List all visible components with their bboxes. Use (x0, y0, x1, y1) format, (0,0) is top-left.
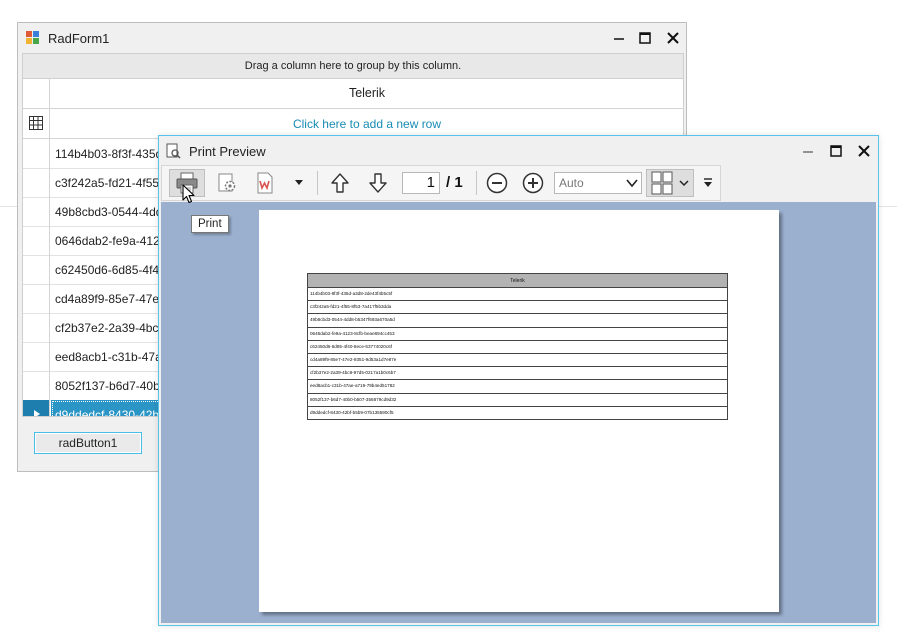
column-header-telerik[interactable]: Telerik (51, 78, 683, 108)
table-icon (29, 116, 43, 130)
maximize-button[interactable] (634, 27, 656, 49)
row-indicator (23, 371, 50, 400)
minimize-button[interactable] (797, 140, 819, 162)
group-panel-text: Drag a column here to group by this colu… (244, 60, 462, 72)
row-indicator (23, 139, 50, 168)
row-indicator (23, 197, 50, 226)
zoom-value: Auto (559, 176, 584, 190)
chevron-down-icon (679, 180, 689, 187)
row-indicator (23, 255, 50, 284)
preview-table-row: 49b8cbd3-0544-4dd8-b5347f693a670a5d (308, 314, 727, 328)
arrow-down-icon (369, 173, 387, 193)
current-page-input[interactable]: 1 (402, 172, 440, 194)
minimize-button[interactable] (608, 27, 630, 49)
close-button[interactable] (853, 140, 875, 162)
print-preview-toolbar: 1 / 1 Auto (161, 165, 721, 201)
header-row: Telerik (23, 78, 683, 109)
print-tooltip: Print (191, 215, 229, 233)
print-preview-titlebar[interactable]: Print Preview (159, 136, 878, 166)
row-indicator (23, 168, 50, 197)
chevron-down-icon (626, 179, 638, 188)
toolbar-overflow-button[interactable] (698, 169, 718, 197)
print-preview-app-icon (166, 143, 181, 159)
current-row-icon (34, 410, 40, 416)
more-options-button[interactable] (288, 169, 310, 197)
minimize-icon (803, 151, 813, 153)
toolbar-separator (476, 171, 477, 195)
row-indicator-current (23, 400, 50, 416)
mouse-cursor-icon (182, 184, 195, 204)
row-indicator (23, 226, 50, 255)
previous-page-button[interactable] (324, 169, 356, 197)
preview-table-header: Telerik (308, 274, 727, 288)
group-panel[interactable]: Drag a column here to group by this colu… (23, 54, 683, 79)
preview-table-row: eed8acb1-c31b-47ae-a719-79b4ed51782 (308, 380, 727, 394)
header-indicator (23, 78, 50, 108)
preview-page: Telerik 114b4b03-8f3f-435d-a3d8-2de43f4b… (259, 210, 779, 612)
rad-button1[interactable]: radButton1 (34, 432, 142, 454)
preview-table-row: 8052f137-b6d7-40b0-b507-356879cd9d32 (308, 394, 727, 407)
radform-titlebar[interactable]: RadForm1 (18, 23, 686, 53)
preview-table-row: cd4a89f9-85e7-47e2-9351-9d53a1d7e87e (308, 354, 727, 368)
preview-table-row: c62450d6-6d85-4f40-8ece-53774020c6f (308, 341, 727, 354)
row-indicator (23, 342, 50, 371)
print-settings-icon (218, 173, 236, 192)
window-title: Print Preview (189, 144, 266, 159)
zoom-out-icon (486, 172, 508, 194)
zoom-in-button[interactable] (518, 169, 548, 197)
dropdown-arrow-icon (295, 180, 303, 185)
zoom-out-button[interactable] (482, 169, 512, 197)
preview-table-row: 114b4b03-8f3f-435d-a3d8-2de43f4b5c5f (308, 288, 727, 302)
column-header-label: Telerik (348, 86, 386, 100)
preview-area[interactable]: Telerik 114b4b03-8f3f-435d-a3d8-2de43f4b… (161, 202, 876, 623)
app-icon (26, 31, 39, 44)
print-preview-window: Print Preview 1 / 1 Auto Print Telerik 1… (158, 135, 879, 626)
window-title: RadForm1 (48, 31, 110, 46)
next-page-button[interactable] (362, 169, 394, 197)
export-button[interactable] (248, 169, 282, 197)
preview-table-row: cf2b37e2-2a39-4bc8-97d5-0217a1b0c6b7 (308, 367, 727, 381)
toolbar-separator (317, 171, 318, 195)
preview-table: Telerik 114b4b03-8f3f-435d-a3d8-2de43f4b… (307, 273, 728, 420)
row-indicator (23, 284, 50, 313)
new-row-label[interactable]: Click here to add a new row (51, 109, 683, 138)
preview-table-row: c3f242a5-fd21-4f55-8f53-7a417f5b3dda (308, 301, 727, 315)
preview-table-row: 0646dab2-fe9a-4123-8cfb-beae694cc453 (308, 328, 727, 341)
total-pages: / 1 (446, 174, 463, 191)
maximize-button[interactable] (825, 140, 847, 162)
preview-table-row: d9ddedcf-8430-42bf-b5b9-07b135590cf5 (310, 409, 394, 415)
close-icon (858, 145, 870, 157)
minimize-icon (614, 38, 624, 40)
row-indicator (23, 313, 50, 342)
close-icon (667, 32, 679, 44)
zoom-dropdown[interactable]: Auto (554, 172, 642, 194)
close-button[interactable] (662, 27, 684, 49)
export-document-icon (257, 172, 273, 194)
page-layout-icon (651, 171, 673, 195)
maximize-icon (830, 145, 842, 157)
new-row-indicator (23, 109, 50, 138)
overflow-arrow-icon (704, 178, 712, 187)
zoom-in-icon (522, 172, 544, 194)
maximize-icon (639, 32, 651, 44)
page-layout-button[interactable] (646, 169, 694, 197)
arrow-up-icon (331, 173, 349, 193)
print-settings-button[interactable] (210, 169, 244, 197)
